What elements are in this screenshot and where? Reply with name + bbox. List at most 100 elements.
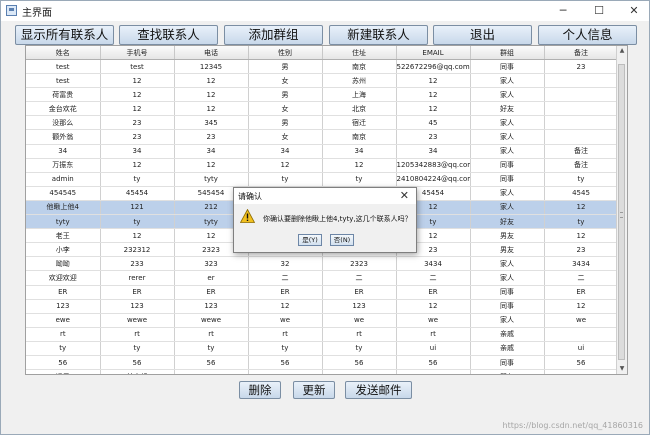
table-cell[interactable]: ER (248, 285, 323, 300)
table-cell[interactable]: 12 (174, 73, 249, 89)
table-cell[interactable]: 12345 (174, 59, 249, 75)
no-button[interactable]: 否(N) (330, 234, 354, 246)
table-cell[interactable]: 34 (174, 144, 249, 159)
table-cell[interactable]: 2410804224@qq.com (396, 172, 471, 187)
yes-button[interactable]: 是(Y) (298, 234, 322, 246)
table-cell[interactable]: 12 (396, 101, 471, 117)
table-cell[interactable]: rerer (100, 270, 175, 286)
table-cell[interactable]: 备注 (544, 144, 619, 159)
table-row[interactable]: 颧外翁 23 23 女南京 23 家人 (26, 129, 619, 145)
table-cell[interactable]: 32 (248, 256, 323, 272)
table-cell[interactable]: ui (396, 341, 471, 356)
table-cell[interactable]: ewe (26, 313, 101, 328)
dialog-close-icon[interactable]: ✕ (400, 189, 409, 202)
table-cell[interactable]: we (322, 313, 397, 328)
table-cell[interactable]: 34 (248, 144, 323, 159)
table-cell[interactable]: 南京 (322, 59, 397, 75)
table-cell[interactable] (544, 101, 619, 117)
table-cell[interactable]: wewe (174, 313, 249, 328)
table-cell[interactable]: tyty (26, 214, 101, 230)
table-cell[interactable]: 男 (248, 59, 323, 75)
table-cell[interactable]: 3434 (544, 256, 619, 272)
table-cell[interactable]: 家人 (470, 129, 545, 145)
table-cell[interactable]: 12 (100, 158, 175, 173)
table-cell[interactable]: rt (248, 327, 323, 342)
table-cell[interactable]: 12 (174, 101, 249, 117)
table-cell[interactable]: 二 (248, 270, 323, 286)
table-row[interactable]: ER ER ER ER ER ER 同事 ER (26, 285, 619, 300)
table-cell[interactable]: 同事 (470, 299, 545, 314)
table-cell[interactable]: rt (26, 327, 101, 342)
table-cell[interactable]: 亲戚 (470, 327, 545, 342)
scrollbar-thumb[interactable] (618, 64, 625, 360)
table-cell[interactable]: 12 (544, 299, 619, 314)
table-cell[interactable]: ER (396, 285, 471, 300)
delete-button[interactable]: 删除 (239, 381, 281, 399)
new-contact-button[interactable]: 新建联系人 (329, 25, 428, 45)
table-row[interactable]: 34 34 34 34 34 34 家人 备注 (26, 144, 619, 159)
table-cell[interactable]: ER (100, 285, 175, 300)
table-row[interactable]: 呦呦 233 323 32 2323 3434 家人 3434 (26, 256, 619, 272)
table-cell[interactable]: 迁子 (26, 369, 101, 374)
table-cell[interactable]: 123 (100, 299, 175, 314)
table-cell[interactable]: 家人 (470, 270, 545, 286)
table-cell[interactable] (174, 369, 249, 374)
minimize-button[interactable]: ─ (549, 1, 577, 21)
table-cell[interactable]: 男友 (470, 228, 545, 244)
table-cell[interactable]: 23 (174, 129, 249, 145)
table-cell[interactable]: 万振东 (26, 158, 101, 173)
table-cell[interactable]: 他瞅上他4 (26, 200, 101, 216)
table-cell[interactable]: 121 (100, 200, 175, 216)
table-cell[interactable]: 56 (544, 355, 619, 371)
send-email-button[interactable]: 发送邮件 (345, 381, 412, 399)
table-cell[interactable]: 家人 (470, 186, 545, 201)
table-cell[interactable]: 家人 (470, 144, 545, 159)
title-bar[interactable]: 主界面 ─ ☐ ✕ (1, 1, 649, 21)
table-cell[interactable]: 45 (396, 115, 471, 131)
table-cell[interactable]: 家人 (470, 200, 545, 216)
table-cell[interactable]: 苏州 (322, 73, 397, 89)
table-cell[interactable]: 3434 (396, 256, 471, 272)
table-cell[interactable]: 12 (174, 158, 249, 173)
table-cell[interactable]: 宿迁 (322, 115, 397, 131)
column-header[interactable]: 姓名 (26, 46, 101, 60)
table-cell[interactable]: 北京 (322, 101, 397, 117)
table-cell[interactable]: 34 (322, 144, 397, 159)
table-cell[interactable]: 南京 (322, 129, 397, 145)
table-cell[interactable]: 12 (396, 299, 471, 314)
table-cell[interactable]: 亲戚 (470, 341, 545, 356)
table-cell[interactable] (544, 369, 619, 374)
table-cell[interactable] (322, 369, 397, 374)
table-cell[interactable]: 123 (322, 299, 397, 314)
table-row[interactable]: ty ty ty ty ty ui 亲戚 ui (26, 341, 619, 356)
table-cell[interactable]: 荷富贵 (26, 87, 101, 103)
table-cell[interactable]: 基友 (470, 369, 545, 374)
show-all-contacts-button[interactable]: 显示所有联系人 (15, 25, 114, 45)
column-header[interactable]: 住址 (322, 46, 397, 60)
table-cell[interactable]: test (100, 59, 175, 75)
table-row[interactable]: 荷富贵 12 12 男上海 12 家人 (26, 87, 619, 103)
table-cell[interactable]: 23 (544, 242, 619, 258)
table-row[interactable]: 56 56 56 56 56 56 同事 56 (26, 355, 619, 371)
table-cell[interactable]: 备注 (544, 158, 619, 173)
table-cell[interactable] (544, 73, 619, 89)
table-row[interactable]: 万振东 12 12 12 12 1205342883@qq.com 同事 备注 (26, 158, 619, 173)
table-cell[interactable]: 56 (26, 355, 101, 371)
table-cell[interactable]: 二 (544, 270, 619, 286)
table-cell[interactable]: 同事 (470, 285, 545, 300)
table-cell[interactable]: ER (322, 285, 397, 300)
table-cell[interactable]: 522672296@qq.com (396, 59, 471, 75)
table-cell[interactable] (544, 327, 619, 342)
table-cell[interactable]: ty (100, 341, 175, 356)
table-cell[interactable]: 同事 (470, 158, 545, 173)
table-row[interactable]: 123 123 123 12 123 12 同事 12 (26, 299, 619, 314)
table-cell[interactable]: 345 (174, 115, 249, 131)
personal-info-button[interactable]: 个人信息 (538, 25, 637, 45)
table-cell[interactable]: test (26, 59, 101, 75)
table-cell[interactable]: ty (100, 214, 175, 230)
table-cell[interactable]: 1205342883@qq.com (396, 158, 471, 173)
table-row[interactable]: 欢迎欢迎 rerer er 二二二家人二 (26, 270, 619, 286)
table-cell[interactable]: 23 (544, 59, 619, 75)
table-cell[interactable]: 12 (544, 200, 619, 216)
table-cell[interactable]: 男友 (470, 242, 545, 258)
